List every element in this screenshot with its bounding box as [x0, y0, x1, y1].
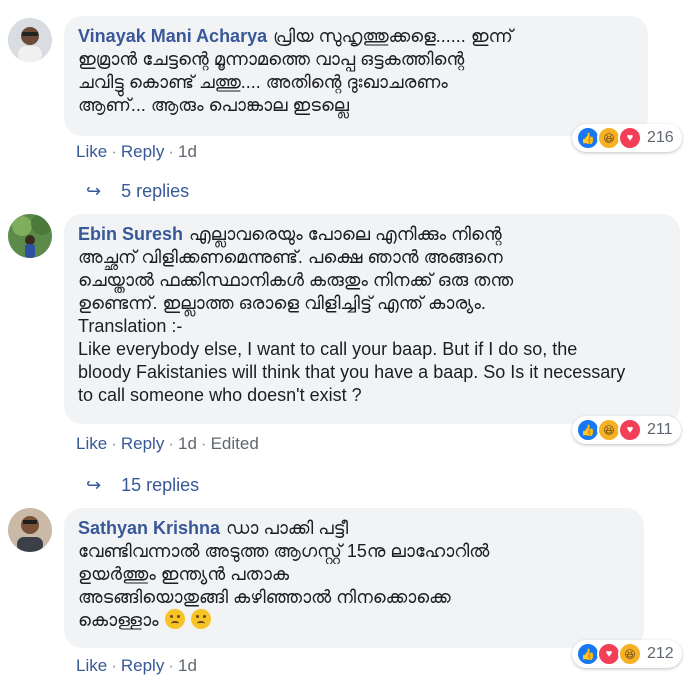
sad-emoji-icon: [190, 609, 211, 629]
comment-actions: Like · Reply · 1d: [76, 656, 197, 676]
edited-label[interactable]: Edited: [211, 434, 259, 453]
comment-bubble: Ebin Suresh എല്ലാവരെയും പോലെ എനിക്കും നിന…: [64, 214, 680, 424]
reply-link[interactable]: Reply: [121, 142, 164, 161]
love-reaction-icon: ♥: [618, 126, 642, 150]
view-replies-link[interactable]: ↪ 5 replies: [86, 181, 189, 202]
separator: ·: [168, 656, 174, 675]
comment-actions: Like · Reply · 1d: [76, 142, 197, 162]
reply-link[interactable]: Reply: [121, 434, 164, 453]
comment-text: എല്ലാവരെയും പോലെ എനിക്കും നിന്റെ അച്ഛന് …: [78, 224, 626, 405]
timestamp[interactable]: 1d: [178, 142, 197, 161]
view-replies-link[interactable]: ↪ 15 replies: [86, 475, 199, 496]
comment-bubble: Sathyan Krishna ഡാ പാക്കി പട്ടീ വേണ്ടിവന്…: [64, 508, 644, 648]
reaction-count: 212: [647, 645, 674, 662]
timestamp[interactable]: 1d: [178, 434, 197, 453]
separator: ·: [200, 434, 207, 453]
avatar-ebin[interactable]: [8, 214, 52, 258]
replies-label[interactable]: 5 replies: [121, 181, 189, 202]
like-link[interactable]: Like: [76, 142, 107, 161]
comment-author[interactable]: Ebin Suresh: [78, 224, 183, 244]
haha-reaction-icon: 😆: [618, 642, 642, 666]
reaction-summary[interactable]: 👍 ♥ 😆 212: [572, 640, 682, 668]
separator: ·: [111, 142, 117, 161]
avatar-vinayak[interactable]: [8, 18, 52, 62]
separator: ·: [111, 434, 117, 453]
like-link[interactable]: Like: [76, 656, 107, 675]
separator: ·: [168, 142, 174, 161]
reply-arrow-icon: ↪: [86, 475, 102, 495]
comment-bubble: Vinayak Mani Acharya പ്രിയ സുഹൃത്തുക്കളെ.…: [64, 16, 648, 136]
comment-author[interactable]: Vinayak Mani Acharya: [78, 26, 267, 46]
reaction-count: 211: [647, 421, 673, 438]
reply-link[interactable]: Reply: [121, 656, 164, 675]
reaction-summary[interactable]: 👍 😆 ♥ 216: [572, 124, 682, 152]
separator: ·: [111, 656, 117, 675]
like-link[interactable]: Like: [76, 434, 107, 453]
comment-author[interactable]: Sathyan Krishna: [78, 518, 220, 538]
avatar-sathyan[interactable]: [8, 508, 52, 552]
sad-emoji-icon: [164, 609, 185, 629]
reaction-summary[interactable]: 👍 😆 ♥ 211: [572, 416, 681, 444]
reply-arrow-icon: ↪: [86, 181, 102, 201]
timestamp[interactable]: 1d: [178, 656, 197, 675]
comment-actions: Like · Reply · 1d · Edited: [76, 434, 259, 454]
replies-label[interactable]: 15 replies: [121, 475, 199, 496]
separator: ·: [168, 434, 174, 453]
reaction-count: 216: [647, 129, 674, 146]
love-reaction-icon: ♥: [618, 418, 642, 442]
